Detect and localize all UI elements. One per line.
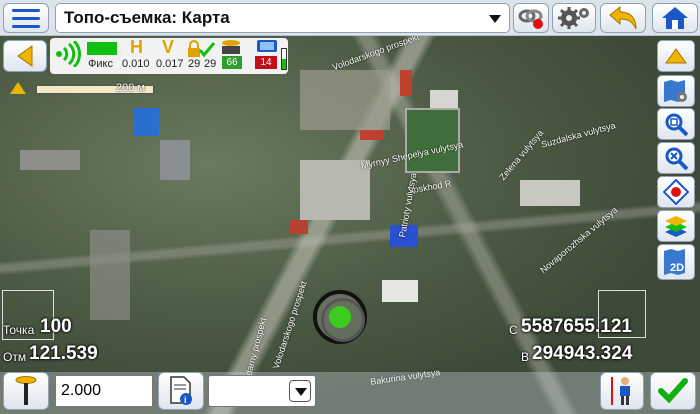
fix-indicator: [87, 42, 117, 55]
antenna-height-button[interactable]: [3, 372, 49, 410]
device-battery: 14: [255, 56, 277, 69]
menu-icon: [12, 16, 40, 20]
layers-icon: [665, 216, 687, 237]
easting-value: 294943.324: [532, 343, 633, 364]
street-label: Suzdalska vulytsya: [540, 120, 617, 150]
up-arrow-icon: [665, 48, 687, 64]
zoom-tool-icon: [665, 147, 689, 171]
receiver-icon: [222, 40, 240, 54]
signal-level-bar: [281, 48, 287, 70]
map-feature: [400, 70, 412, 96]
view-2d-icon: 2D: [664, 249, 685, 275]
undo-icon: [609, 5, 637, 30]
current-position-marker: [313, 290, 367, 344]
fix-label: Фикс: [88, 58, 113, 70]
point-label: Точка: [3, 323, 35, 337]
zoom-tool-button[interactable]: [657, 142, 695, 174]
map-feature: [160, 140, 190, 180]
home-icon: [662, 7, 688, 29]
screen-title-select[interactable]: Топо-съемка: Карта: [55, 3, 510, 33]
target-icon: [663, 179, 689, 205]
undo-button[interactable]: [600, 3, 646, 33]
map-feature: [90, 230, 130, 320]
street-label: Zelena vulytsya: [497, 127, 546, 183]
elevation-value: 121.539: [29, 343, 98, 364]
layers-button[interactable]: [657, 210, 695, 242]
view-mode-2d-button[interactable]: 2D: [657, 244, 695, 280]
gear-icon: [558, 7, 589, 29]
svg-text:i: i: [184, 395, 187, 405]
horizontal-precision-value: 0.010: [122, 58, 150, 70]
range-pole-icon: [15, 376, 37, 405]
map-settings-button[interactable]: [657, 75, 695, 107]
device-icon: [257, 40, 277, 52]
connection-button[interactable]: [513, 3, 549, 33]
back-button[interactable]: [3, 40, 47, 72]
center-on-position-button[interactable]: [657, 176, 695, 208]
horizontal-precision-label: H: [130, 37, 143, 57]
map-feature: [300, 160, 370, 220]
lock-icon: [188, 40, 216, 58]
chevron-down-icon[interactable]: [289, 380, 311, 402]
map-feature: [382, 280, 418, 302]
satellites-visible: 29: [204, 58, 217, 70]
svg-text:2D: 2D: [670, 262, 684, 274]
street-label: Volodarskogo prospekt: [331, 31, 421, 73]
scroll-up-button[interactable]: [657, 40, 695, 72]
map-feature: [360, 130, 384, 140]
zoom-extent-button[interactable]: [657, 108, 695, 140]
save-point-button[interactable]: [650, 372, 696, 410]
map-feature: [520, 180, 580, 206]
surveyor-icon: [611, 377, 630, 405]
home-button[interactable]: [652, 3, 698, 33]
easting-label: В: [521, 350, 530, 364]
gnss-status-panel[interactable]: Фикс H 0.010 V 0.017 29 29 66 14: [50, 37, 288, 74]
northing-label: С: [509, 323, 518, 337]
map-feature: [133, 108, 159, 136]
point-info-button[interactable]: i: [158, 372, 204, 410]
point-number: 100: [40, 316, 72, 337]
position-dot: [329, 306, 351, 328]
satellites-used: 29: [188, 58, 201, 70]
north-arrow-icon: [10, 82, 26, 94]
receiver-battery: 66: [222, 56, 242, 69]
chevron-down-icon: [489, 15, 501, 23]
northing-value: 5587655.121: [521, 316, 632, 337]
checkmark-icon: [658, 378, 688, 404]
signal-icon: [56, 41, 81, 67]
scale-label: 200 м: [116, 82, 145, 94]
screen-title: Топо-съемка: Карта: [64, 8, 230, 27]
street-label: Novaporozhska vulytsya: [538, 204, 620, 276]
point-code-select[interactable]: [208, 375, 316, 407]
vertical-precision-value: 0.017: [156, 58, 184, 70]
document-info-icon: i: [170, 376, 192, 405]
elevation-label: Отм: [3, 350, 27, 364]
antenna-height-input[interactable]: [55, 375, 153, 407]
map-feature: [20, 150, 80, 170]
zoom-extent-icon: [665, 113, 689, 137]
menu-button[interactable]: [3, 3, 49, 33]
back-arrow-icon: [17, 45, 33, 67]
street-label: Volodarskogo prospekt: [270, 279, 309, 371]
vertical-precision-label: V: [162, 37, 175, 57]
map-settings-icon: [664, 80, 687, 102]
map-feature: [290, 220, 308, 234]
map-feature: [300, 70, 390, 130]
settings-button[interactable]: [552, 3, 596, 33]
map-feature: [430, 90, 458, 108]
link-icon: [518, 9, 543, 29]
stakeout-button[interactable]: [600, 372, 644, 410]
